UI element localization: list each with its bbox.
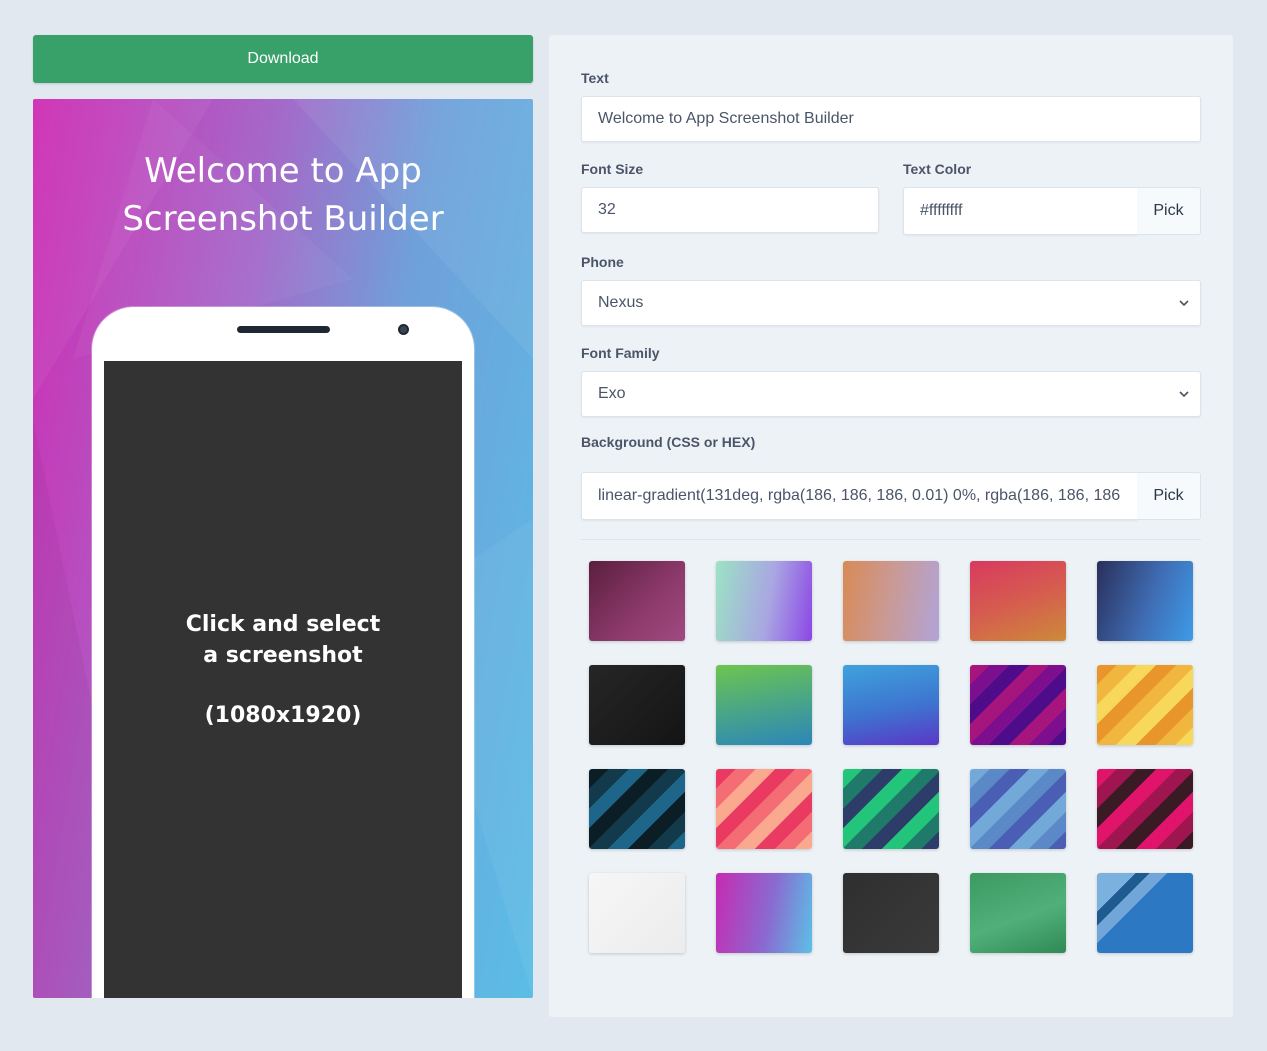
screenshot-preview: Welcome to App Screenshot Builder Click … [33, 99, 533, 998]
upload-prompt-line1: Click and select [185, 612, 381, 637]
phone-select[interactable]: Nexus [581, 280, 1201, 326]
background-swatch-peach-lavender[interactable] [843, 561, 939, 641]
background-swatch-magenta-purple[interactable] [970, 665, 1066, 745]
background-swatch-coral[interactable] [716, 769, 812, 849]
phone-frame: Click and select a screenshot (1080x1920… [92, 307, 474, 998]
background-swatch-ocean[interactable] [1097, 873, 1193, 953]
background-swatch-gold[interactable] [1097, 665, 1193, 745]
phone-label: Phone [581, 254, 624, 270]
upload-resolution: (1080x1920) [204, 703, 362, 728]
text-color-pick-button[interactable]: Pick [1137, 187, 1201, 235]
text-color-input[interactable] [903, 187, 1138, 235]
screenshot-upload-area[interactable]: Click and select a screenshot (1080x1920… [104, 361, 462, 998]
background-swatch-mint-violet[interactable] [716, 561, 812, 641]
background-swatches [589, 561, 1193, 953]
background-swatch-navy-sky[interactable] [1097, 561, 1193, 641]
preview-title: Welcome to App Screenshot Builder [122, 151, 444, 239]
font-size-input[interactable] [581, 187, 879, 233]
background-swatch-magenta-sky[interactable] [716, 873, 812, 953]
background-swatch-graphite[interactable] [843, 873, 939, 953]
font-family-select-value: Exo [581, 371, 1201, 417]
chevron-down-icon [1179, 391, 1189, 398]
background-swatch-forest[interactable] [970, 873, 1066, 953]
font-size-label: Font Size [581, 161, 644, 177]
background-swatch-sky-indigo[interactable] [843, 665, 939, 745]
background-swatch-charcoal[interactable] [589, 665, 685, 745]
font-family-label: Font Family [581, 345, 660, 361]
background-swatch-dark-teal[interactable] [589, 769, 685, 849]
background-swatch-rose-amber[interactable] [970, 561, 1066, 641]
download-button[interactable]: Download [33, 35, 533, 83]
speaker-grille [237, 326, 330, 333]
upload-prompt-line2: a screenshot [203, 643, 363, 668]
text-color-label: Text Color [903, 161, 972, 177]
upload-prompt: Click and select a screenshot (1080x1920… [104, 609, 462, 731]
preview-column: Download Welcome to App Screenshot Build… [33, 35, 533, 998]
settings-panel: Text Font Size Text Color Pick Phone Nex… [549, 35, 1233, 1017]
background-swatch-green-teal[interactable] [716, 665, 812, 745]
chevron-down-icon [1179, 300, 1189, 307]
background-label: Background (CSS or HEX) [581, 434, 756, 450]
background-swatch-plum[interactable] [589, 561, 685, 641]
background-input[interactable] [581, 472, 1138, 520]
background-swatch-white[interactable] [589, 873, 685, 953]
background-pick-button[interactable]: Pick [1137, 472, 1201, 520]
background-swatch-crimson-dark[interactable] [1097, 769, 1193, 849]
text-label: Text [581, 70, 609, 86]
text-input[interactable] [581, 96, 1201, 142]
background-swatch-emerald-navy[interactable] [843, 769, 939, 849]
divider [581, 539, 1201, 540]
camera-icon [398, 324, 409, 335]
background-swatch-steel-blue[interactable] [970, 769, 1066, 849]
phone-select-value: Nexus [581, 280, 1201, 326]
font-family-select[interactable]: Exo [581, 371, 1201, 417]
